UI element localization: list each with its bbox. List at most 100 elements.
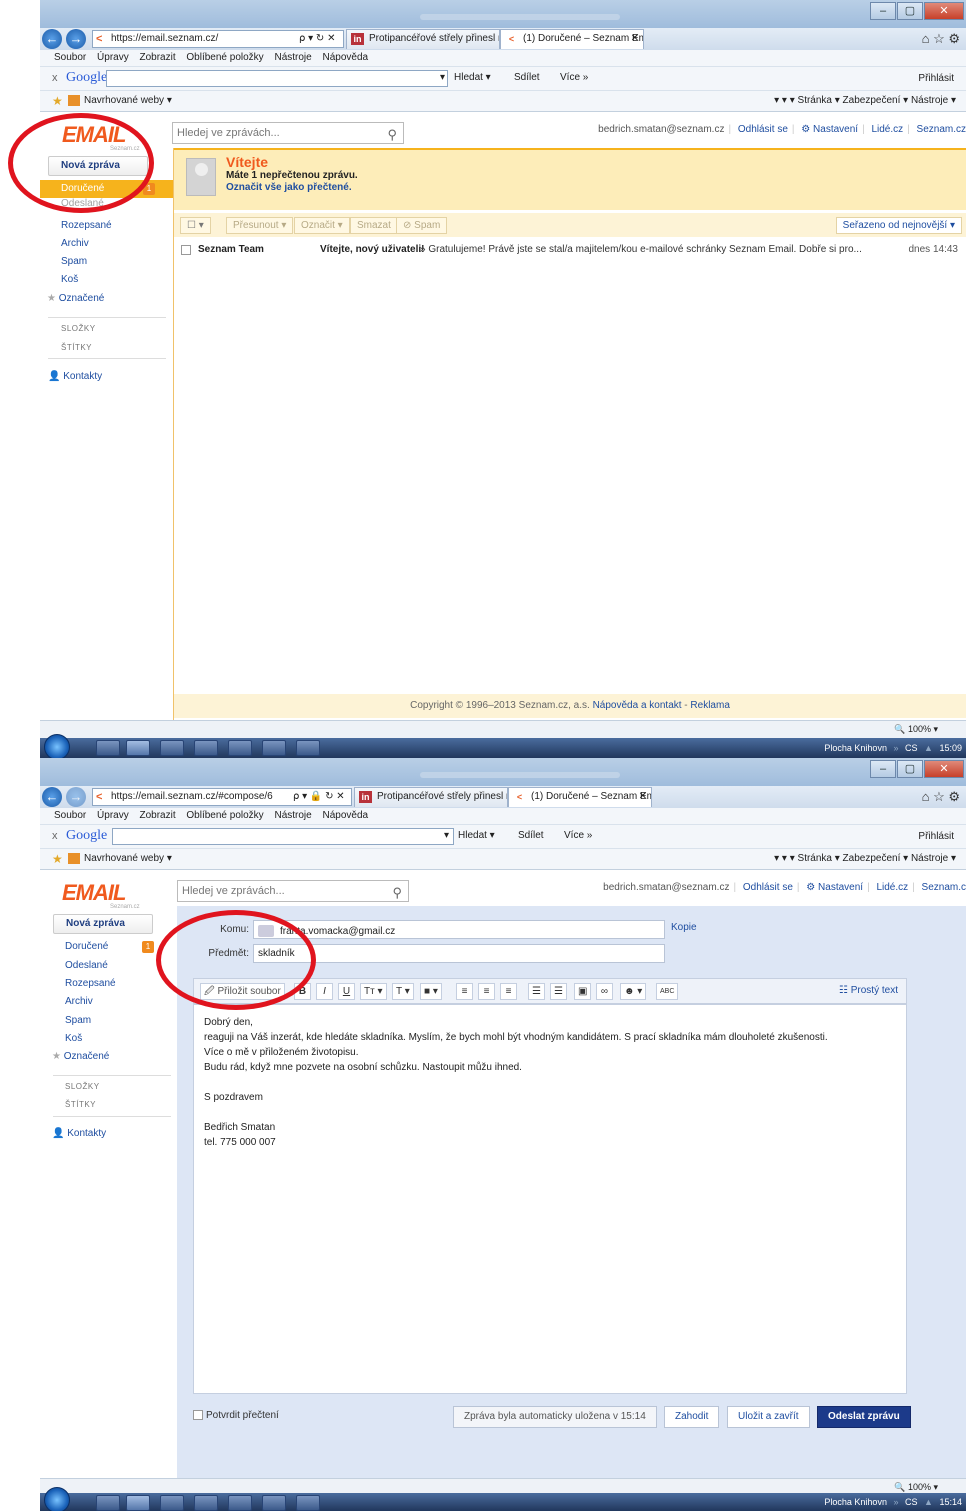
ads-link[interactable]: Reklama bbox=[690, 700, 729, 711]
sidebar-item-starred[interactable]: ★ Označené bbox=[47, 293, 104, 304]
address-bar[interactable]: < https://email.seznam.cz/#compose/6 ⍴ ▾… bbox=[92, 788, 352, 806]
select-all-checkbox[interactable]: ☐ ▾ bbox=[180, 217, 211, 234]
clock[interactable]: 15:14 bbox=[939, 1497, 962, 1507]
sidebar-item-drafts[interactable]: Rozepsané bbox=[61, 220, 112, 231]
taskbar-app[interactable] bbox=[160, 1495, 184, 1511]
section-tags[interactable]: ŠTÍTKY bbox=[65, 1100, 96, 1109]
send-button[interactable]: Odeslat zprávu bbox=[817, 1406, 911, 1428]
align-center-button[interactable]: ≡ bbox=[478, 983, 495, 1000]
sidebar-item-contacts[interactable]: 👤 Kontakty bbox=[52, 1128, 106, 1139]
menu-zobrazit[interactable]: Zobrazit bbox=[140, 52, 176, 63]
sidebar-item-archive[interactable]: Archiv bbox=[61, 238, 89, 249]
zoom-control[interactable]: 🔍 100% ▾ bbox=[894, 721, 938, 738]
mail-search-input[interactable]: Hledej ve zprávách... ⚲ bbox=[172, 122, 404, 144]
sidebar-item-contacts[interactable]: 👤 Kontakty bbox=[48, 371, 102, 382]
confirm-read-checkbox[interactable]: Potvrdit přečtení bbox=[193, 1410, 279, 1421]
sidebar-item-starred[interactable]: ★ Označené bbox=[52, 1051, 109, 1062]
address-controls[interactable]: ⍴ ▾ 🔒 ↻ ✕ bbox=[293, 789, 345, 805]
sidebar-item-spam[interactable]: Spam bbox=[61, 256, 87, 267]
command-bar[interactable]: ▾ ▾ ▾ Stránka ▾ Zabezpečení ▾ Nástroje ▾ bbox=[774, 849, 956, 869]
sidebar-item-archive[interactable]: Archiv bbox=[65, 996, 93, 1007]
message-checkbox[interactable] bbox=[181, 245, 191, 255]
minimize-button[interactable]: – bbox=[870, 2, 896, 20]
mark-button[interactable]: Označit ▾ bbox=[294, 217, 350, 234]
address-controls[interactable]: ⍴ ▾ ↻ ✕ bbox=[299, 31, 335, 47]
search-icon[interactable]: ⚲ bbox=[392, 883, 402, 903]
google-search-input[interactable] bbox=[106, 70, 448, 87]
cc-link[interactable]: Kopie bbox=[671, 922, 697, 933]
table-row[interactable]: Seznam Team Vítejte, nový uživateli! » G… bbox=[174, 241, 966, 259]
taskbar-ie[interactable] bbox=[126, 1495, 150, 1511]
settings-link[interactable]: ⚙ Nastavení bbox=[801, 124, 858, 135]
menu-nastroje[interactable]: Nástroje bbox=[274, 52, 311, 63]
section-tags[interactable]: ŠTÍTKY bbox=[61, 343, 92, 352]
tab-protipancerove[interactable]: in Protipancéřové střely přinesl n... bbox=[354, 787, 508, 807]
tab-doruceno[interactable]: < (1) Doručené – Seznam Email ✕ bbox=[500, 29, 644, 49]
menu-soubor[interactable]: Soubor bbox=[54, 52, 86, 63]
align-left-button[interactable]: ≡ bbox=[456, 983, 473, 1000]
new-message-button[interactable]: Nová zpráva bbox=[53, 914, 153, 934]
menu-oblibene[interactable]: Oblíbené položky bbox=[186, 52, 263, 63]
link-icon[interactable]: ∞ bbox=[596, 983, 613, 1000]
search-icon[interactable]: ⚲ bbox=[387, 125, 397, 145]
favorites-star-icon[interactable]: ★ bbox=[52, 91, 63, 111]
sidebar-item-trash[interactable]: Koš bbox=[65, 1033, 82, 1044]
taskbar-app[interactable] bbox=[160, 740, 184, 756]
taskbar-app[interactable] bbox=[296, 740, 320, 756]
google-login-link[interactable]: Přihlásit bbox=[918, 831, 954, 842]
help-link[interactable]: Nápověda a kontakt bbox=[593, 700, 682, 711]
google-dropdown-icon[interactable]: ▾ bbox=[444, 830, 449, 841]
start-button[interactable] bbox=[44, 734, 70, 758]
to-field[interactable]: franta.vomacka@gmail.cz bbox=[253, 920, 665, 939]
menu-napoveda[interactable]: Nápověda bbox=[323, 810, 369, 821]
seznam-link[interactable]: Seznam.cz bbox=[917, 124, 966, 135]
home-star-icons[interactable]: ⌂ ☆ ⚙ bbox=[922, 789, 960, 805]
spellcheck-button[interactable]: ABC bbox=[656, 983, 679, 1000]
google-search-input[interactable] bbox=[112, 828, 454, 845]
google-share-button[interactable]: Sdílet bbox=[518, 830, 544, 841]
tab-protipancerove[interactable]: in Protipancéřové střely přinesl n... bbox=[346, 29, 500, 49]
taskbar-app[interactable] bbox=[262, 1495, 286, 1511]
align-right-button[interactable]: ≡ bbox=[500, 983, 517, 1000]
logout-link[interactable]: Odhlásit se bbox=[743, 882, 793, 893]
google-search-button[interactable]: Hledat ▾ bbox=[458, 830, 495, 841]
google-more-button[interactable]: Více » bbox=[564, 830, 592, 841]
taskbar-app[interactable] bbox=[228, 740, 252, 756]
close-window-button[interactable]: ✕ bbox=[924, 2, 964, 20]
move-button[interactable]: Přesunout ▾ bbox=[226, 217, 294, 234]
tab-close-icon[interactable]: ✕ bbox=[631, 30, 639, 48]
sidebar-item-spam[interactable]: Spam bbox=[65, 1015, 91, 1026]
clock[interactable]: 15:09 bbox=[939, 743, 962, 753]
suggested-sites[interactable]: Navrhované weby ▾ bbox=[68, 849, 172, 869]
home-star-icons[interactable]: ⌂ ☆ ⚙ bbox=[922, 31, 960, 47]
image-button[interactable]: ▣ bbox=[574, 983, 592, 1000]
maximize-button[interactable]: ▢ bbox=[897, 760, 923, 778]
plain-text-link[interactable]: ☷ Prostý text bbox=[839, 985, 898, 996]
back-button[interactable]: ← bbox=[42, 29, 62, 49]
close-window-button[interactable]: ✕ bbox=[924, 760, 964, 778]
font-size-button[interactable]: Tт ▾ bbox=[360, 983, 387, 1000]
italic-button[interactable]: I bbox=[316, 983, 333, 1000]
forward-button[interactable]: → bbox=[66, 787, 86, 807]
google-close-icon[interactable]: x bbox=[52, 830, 58, 842]
sort-button[interactable]: Seřazeno od nejnovější ▾ bbox=[835, 217, 962, 234]
color-button[interactable]: ■ ▾ bbox=[420, 983, 442, 1000]
bullet-list-button[interactable]: ☰ bbox=[550, 983, 567, 1000]
command-bar[interactable]: ▾ ▾ ▾ Stránka ▾ Zabezpečení ▾ Nástroje ▾ bbox=[774, 91, 956, 111]
menu-oblibene[interactable]: Oblíbené položky bbox=[186, 810, 263, 821]
seznam-link[interactable]: Seznam.c bbox=[922, 882, 966, 893]
minimize-button[interactable]: – bbox=[870, 760, 896, 778]
taskbar-ie[interactable] bbox=[126, 740, 150, 756]
maximize-button[interactable]: ▢ bbox=[897, 2, 923, 20]
forward-button[interactable]: → bbox=[66, 29, 86, 49]
sidebar-item-drafts[interactable]: Rozepsané bbox=[65, 978, 116, 989]
lide-link[interactable]: Lidé.cz bbox=[871, 124, 903, 135]
spam-button[interactable]: ⊘ Spam bbox=[396, 217, 448, 234]
taskbar-app[interactable] bbox=[194, 1495, 218, 1511]
font-button[interactable]: T ▾ bbox=[392, 983, 414, 1000]
mail-search-input[interactable]: Hledej ve zprávách... ⚲ bbox=[177, 880, 409, 902]
taskbar-app[interactable] bbox=[96, 740, 120, 756]
google-close-icon[interactable]: x bbox=[52, 72, 58, 84]
section-folders[interactable]: SLOŽKY bbox=[65, 1082, 100, 1091]
start-button[interactable] bbox=[44, 1487, 70, 1511]
